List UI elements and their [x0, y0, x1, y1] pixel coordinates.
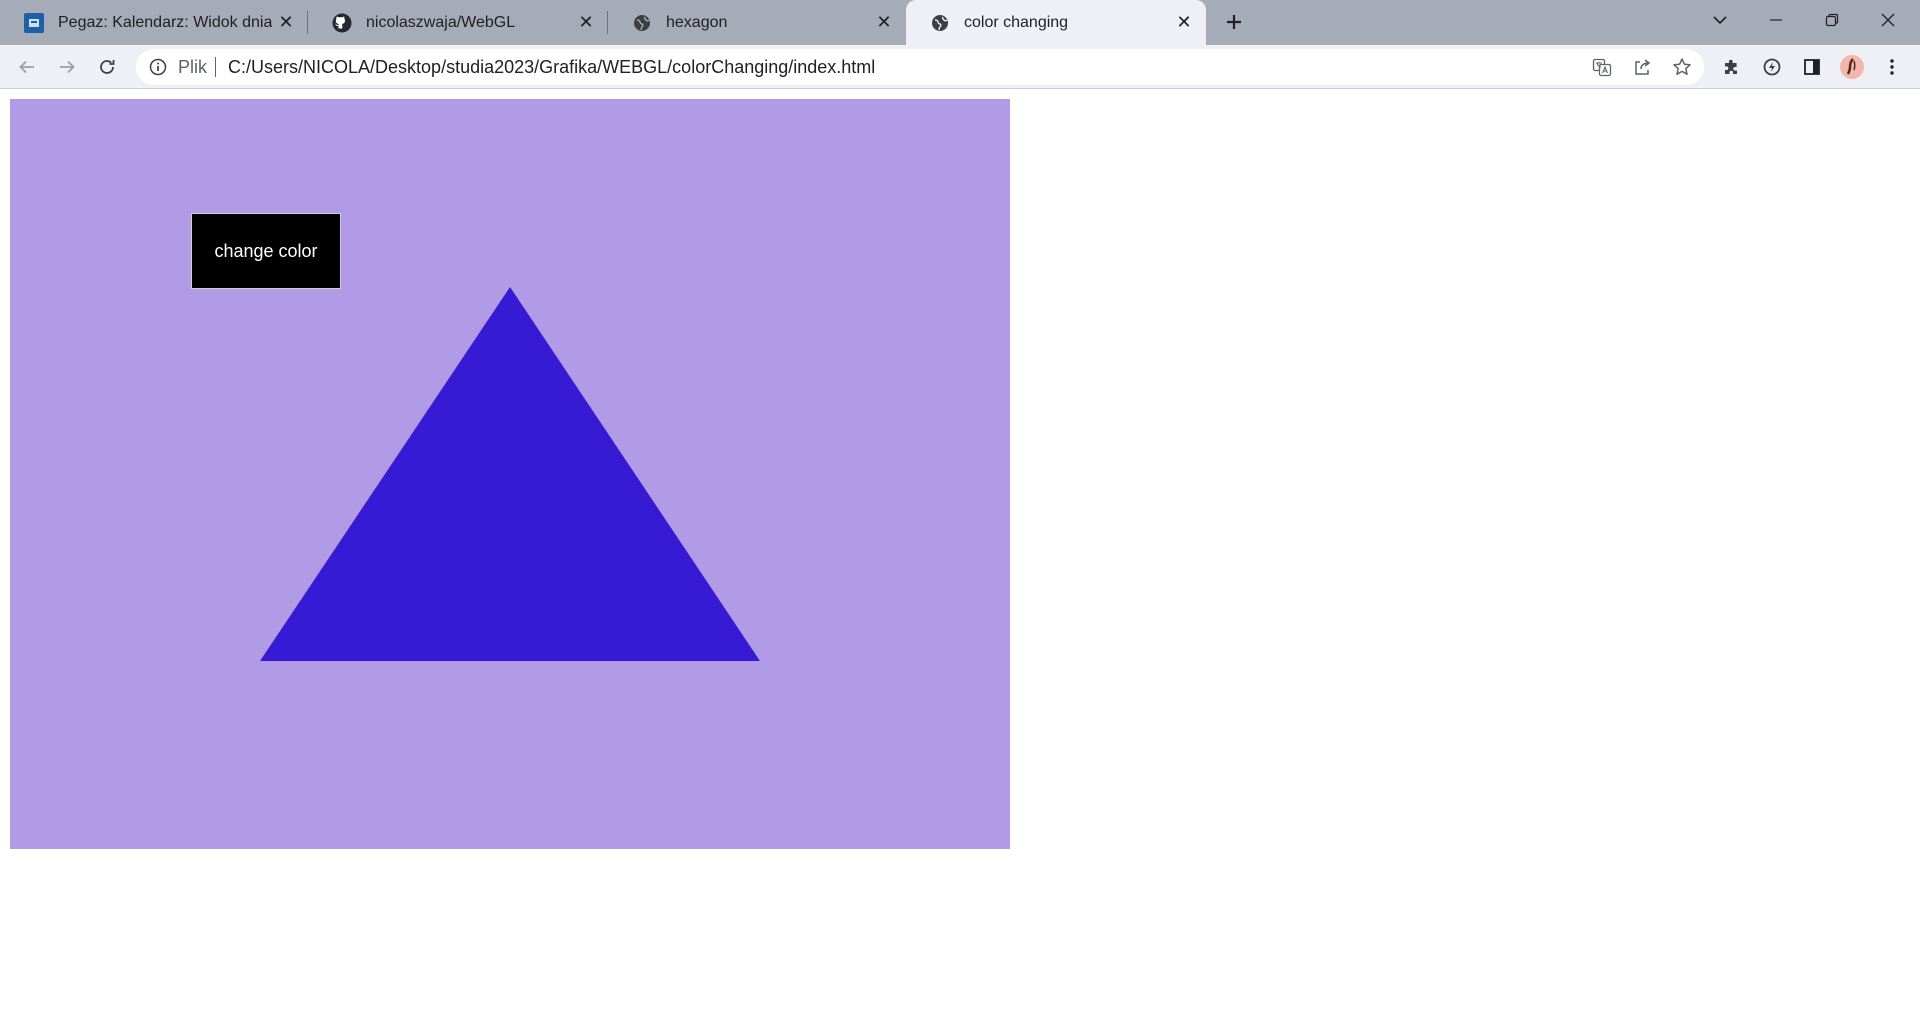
globe-icon: [930, 13, 950, 33]
tab-github[interactable]: nicolaszwaja/WebGL ✕: [308, 0, 608, 45]
reload-icon[interactable]: [91, 51, 123, 83]
change-color-button[interactable]: change color: [191, 213, 341, 289]
pegaz-logo-icon: [24, 12, 44, 33]
tab-hexagon[interactable]: hexagon ✕: [608, 0, 906, 45]
tab-search-chevron-down-icon[interactable]: [1692, 0, 1748, 40]
extensions-puzzle-icon[interactable]: [1716, 51, 1748, 83]
browser-toolbar: Plik C:/Users/NICOLA/Desktop/studia2023/…: [0, 45, 1920, 89]
tab-close-icon[interactable]: ✕: [272, 9, 300, 37]
side-panel-icon[interactable]: [1796, 51, 1828, 83]
scheme-label: Plik: [178, 56, 208, 77]
tab-close-icon[interactable]: ✕: [1170, 9, 1198, 37]
tab-color-changing[interactable]: color changing ✕: [906, 0, 1206, 45]
globe-icon: [632, 13, 652, 33]
tab-close-icon[interactable]: ✕: [870, 9, 898, 37]
github-icon: [332, 13, 352, 33]
tab-title: color changing: [964, 13, 1069, 31]
url-text[interactable]: C:/Users/NICOLA/Desktop/studia2023/Grafi…: [228, 57, 875, 78]
new-tab-plus-icon[interactable]: [1218, 6, 1250, 38]
address-bar[interactable]: Plik C:/Users/NICOLA/Desktop/studia2023/…: [136, 49, 1704, 85]
canvas-scene: [10, 99, 1010, 849]
restore-window-icon[interactable]: [1804, 0, 1860, 40]
tab-title: Pegaz: Kalendarz: Widok dnia: śro: [58, 13, 272, 31]
tab-pegaz[interactable]: Pegaz: Kalendarz: Widok dnia: śro ✕: [0, 0, 308, 45]
tab-title: hexagon: [666, 13, 728, 31]
close-window-icon[interactable]: [1860, 0, 1916, 40]
tab-strip: Pegaz: Kalendarz: Widok dnia: śro ✕ nico…: [0, 0, 1920, 45]
scheme-divider: [215, 57, 217, 77]
performance-icon[interactable]: [1756, 51, 1788, 83]
back-arrow-icon[interactable]: [11, 51, 43, 83]
translate-icon[interactable]: [1588, 53, 1616, 81]
info-icon[interactable]: [148, 57, 168, 77]
tab-close-icon[interactable]: ✕: [572, 9, 600, 37]
share-icon[interactable]: [1628, 53, 1656, 81]
bookmark-star-icon[interactable]: [1668, 53, 1696, 81]
menu-kebab-icon[interactable]: [1876, 51, 1908, 83]
profile-avatar[interactable]: [1836, 51, 1868, 83]
forward-arrow-icon[interactable]: [51, 51, 83, 83]
minimize-icon[interactable]: [1748, 0, 1804, 40]
webgl-canvas[interactable]: [10, 99, 1010, 849]
tab-title: nicolaszwaja/WebGL: [366, 13, 516, 31]
